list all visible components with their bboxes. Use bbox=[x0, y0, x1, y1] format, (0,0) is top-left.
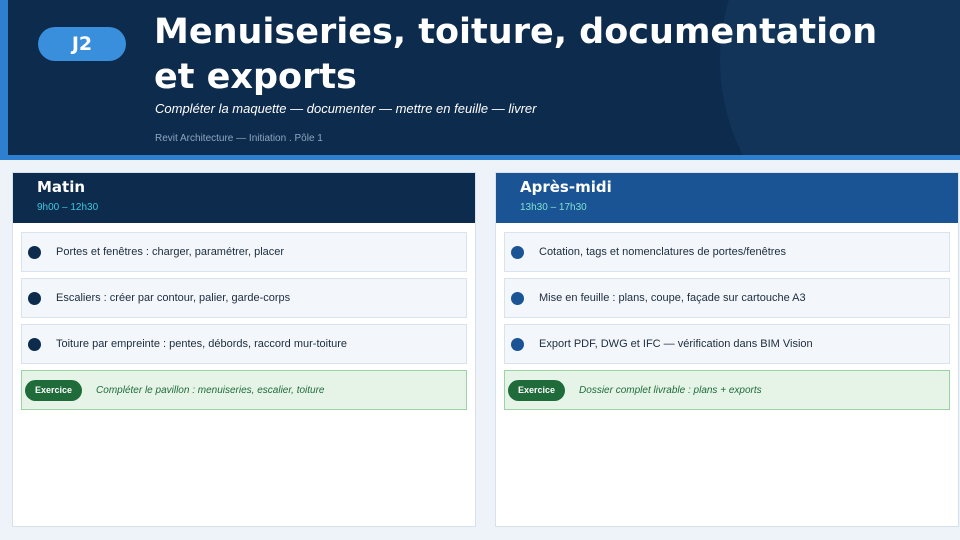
afternoon-exercise: Exercice Dossier complet livrable : plan… bbox=[504, 370, 950, 410]
bullet-icon bbox=[511, 291, 524, 305]
exercise-badge: Exercice bbox=[25, 379, 83, 401]
bullet-icon bbox=[28, 245, 41, 259]
list-item-text: Portes et fenêtres : charger, paramétrer… bbox=[56, 246, 285, 258]
bullet-icon bbox=[511, 245, 524, 259]
morning-exercise: Exercice Compléter le pavillon : menuise… bbox=[21, 370, 467, 410]
list-item-text: Cotation, tags et nomenclatures de porte… bbox=[539, 246, 787, 258]
afternoon-panel: Après-midi 13h30 – 17h30 Cotation, tags … bbox=[495, 172, 959, 527]
exercise-text: Dossier complet livrable : plans + expor… bbox=[579, 384, 762, 396]
header-accent-bar bbox=[0, 0, 8, 155]
morning-panel-header: Matin 9h00 – 12h30 bbox=[13, 173, 475, 223]
page-subtitle: Compléter la maquette — documenter — met… bbox=[155, 101, 537, 116]
exercise-text: Compléter le pavillon : menuiseries, esc… bbox=[96, 384, 325, 396]
list-item: Portes et fenêtres : charger, paramétrer… bbox=[21, 232, 467, 272]
morning-time: 9h00 – 12h30 bbox=[37, 202, 99, 213]
list-item-text: Export PDF, DWG et IFC — vérification da… bbox=[539, 338, 813, 350]
list-item: Mise en feuille : plans, coupe, façade s… bbox=[504, 278, 950, 318]
page-title: Menuiseries, toiture, documentation et e… bbox=[154, 12, 878, 97]
slide-header: J2 Menuiseries, toiture, documentation e… bbox=[0, 0, 960, 155]
list-item: Toiture par empreinte : pentes, débords,… bbox=[21, 324, 467, 364]
morning-panel: Matin 9h00 – 12h30 Portes et fenêtres : … bbox=[12, 172, 476, 527]
afternoon-time: 13h30 – 17h30 bbox=[520, 202, 587, 213]
afternoon-items: Cotation, tags et nomenclatures de porte… bbox=[496, 223, 958, 410]
bullet-icon bbox=[28, 291, 41, 305]
day-badge: J2 bbox=[38, 27, 126, 61]
list-item-text: Mise en feuille : plans, coupe, façade s… bbox=[539, 292, 806, 304]
list-item-text: Toiture par empreinte : pentes, débords,… bbox=[56, 338, 348, 350]
header-divider bbox=[0, 155, 960, 160]
bullet-icon bbox=[28, 337, 41, 351]
course-meta: Revit Architecture — Initiation . Pôle 1 bbox=[155, 133, 323, 144]
list-item: Export PDF, DWG et IFC — vérification da… bbox=[504, 324, 950, 364]
afternoon-title: Après-midi bbox=[520, 178, 612, 196]
list-item: Cotation, tags et nomenclatures de porte… bbox=[504, 232, 950, 272]
afternoon-panel-header: Après-midi 13h30 – 17h30 bbox=[496, 173, 958, 223]
list-item-text: Escaliers : créer par contour, palier, g… bbox=[56, 292, 291, 304]
bullet-icon bbox=[511, 337, 524, 351]
list-item: Escaliers : créer par contour, palier, g… bbox=[21, 278, 467, 318]
morning-title: Matin bbox=[37, 178, 86, 196]
morning-items: Portes et fenêtres : charger, paramétrer… bbox=[13, 223, 475, 410]
exercise-badge: Exercice bbox=[508, 379, 566, 401]
